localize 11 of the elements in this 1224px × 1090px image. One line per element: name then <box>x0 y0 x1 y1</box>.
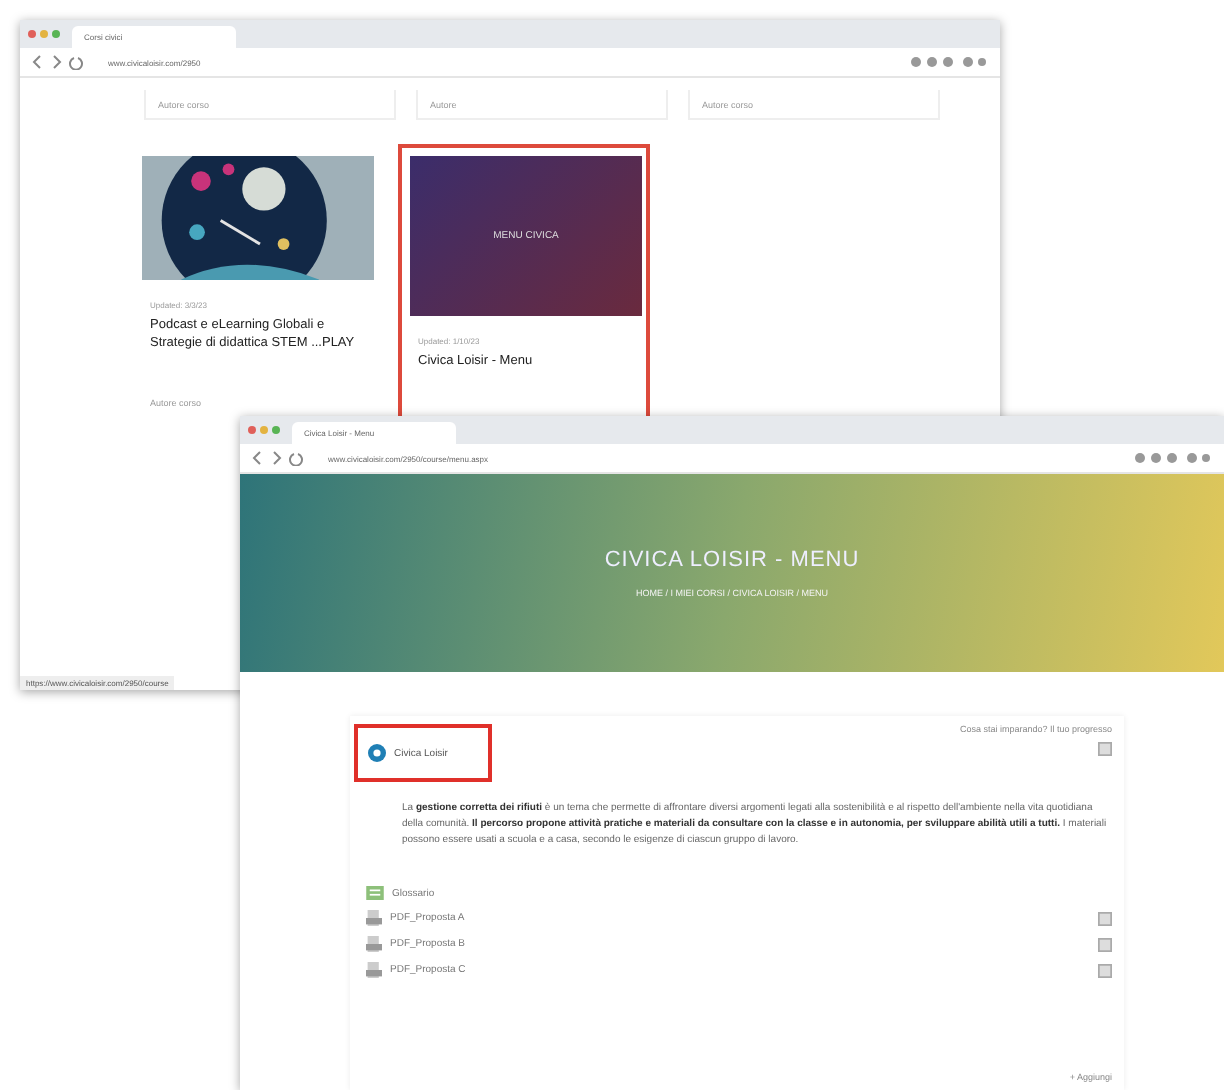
checkbox-icon[interactable] <box>1098 911 1112 925</box>
checkbox-icon[interactable] <box>1098 963 1112 977</box>
toolbar-icon[interactable] <box>1132 450 1212 466</box>
window-controls-icon[interactable] <box>248 426 280 434</box>
checkbox-icon[interactable] <box>1098 937 1112 951</box>
checkbox-icon[interactable] <box>1098 742 1112 756</box>
window-controls-icon[interactable] <box>28 30 60 38</box>
module-icon <box>368 744 386 762</box>
toolbar-icon[interactable] <box>908 54 988 70</box>
page-title: CIVICA LOISIR - MENU <box>604 548 860 572</box>
glossary-icon <box>366 886 384 900</box>
